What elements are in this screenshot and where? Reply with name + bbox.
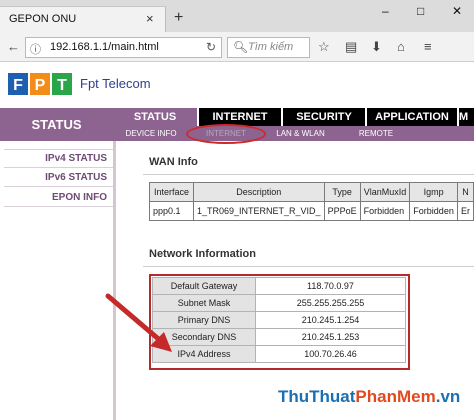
tab-status[interactable]: STATUS	[113, 108, 197, 126]
tab-title: GEPON ONU	[9, 13, 77, 25]
network-info-title: Network Information	[149, 248, 256, 260]
sidebar-item-ipv6-status[interactable]: IPv6 STATUS	[45, 172, 107, 183]
address-bar[interactable]: ⓘ 192.168.1.1/main.html ↻	[25, 37, 222, 58]
sidebar-item-epon-info[interactable]: EPON INFO	[52, 192, 107, 203]
sidebar-divider	[4, 206, 113, 207]
content-border	[113, 141, 116, 420]
wan-col-igmp: Igmp	[409, 182, 458, 202]
wan-col-description: Description	[193, 182, 325, 202]
reload-icon[interactable]: ↻	[206, 40, 216, 54]
wan-cell-interface: ppp0.1	[148, 201, 195, 221]
tab-security[interactable]: SECURITY	[283, 108, 365, 126]
watermark-part-1: ThuThuat	[278, 387, 356, 406]
brand-name: Fpt Telecom	[80, 76, 151, 91]
sidebar-divider	[4, 186, 113, 187]
reader-icon[interactable]: ▤	[345, 39, 357, 55]
close-window-button[interactable]: ✕	[452, 4, 462, 18]
logo-letter-f: F	[13, 77, 23, 94]
sub-nav: DEVICE INFO INTERNET LAN & WLAN REMOTE	[113, 126, 474, 141]
browser-navbar: ← ⓘ 192.168.1.1/main.html ↻ 🔍︎ Tìm kiếm …	[0, 32, 474, 62]
wan-cell-type: PPPoE	[323, 201, 361, 221]
sidebar-divider	[4, 167, 113, 168]
wan-col-vlanmuxid: VlanMuxId	[359, 182, 411, 202]
subtab-device-info[interactable]: DEVICE INFO	[113, 126, 189, 141]
search-icon: 🔍︎	[233, 40, 249, 54]
logo-letter-t: T	[57, 77, 67, 94]
wan-cell-vlanmuxid: Forbidden	[359, 201, 411, 221]
download-icon[interactable]: ⬇	[371, 39, 382, 55]
wan-col-truncated: N	[456, 182, 474, 202]
logo-letter-p: P	[35, 77, 46, 94]
wan-col-type: Type	[323, 182, 361, 202]
subtab-lan-wlan[interactable]: LAN & WLAN	[263, 126, 338, 141]
fpt-logo: F P T	[8, 73, 72, 95]
back-icon[interactable]: ←	[7, 39, 20, 54]
main-nav: STATUS INTERNET SECURITY APPLICATION M	[113, 108, 474, 126]
network-info-divider	[143, 266, 474, 267]
minimize-button[interactable]: –	[382, 4, 389, 18]
page-header: F P T Fpt Telecom	[0, 62, 474, 108]
browser-tab[interactable]: GEPON ONU ×	[0, 6, 166, 32]
wan-table: Interface Description Type VlanMuxId Igm…	[148, 182, 474, 221]
browser-titlebar: GEPON ONU × + – □ ✕	[0, 0, 474, 32]
search-box[interactable]: 🔍︎ Tìm kiếm	[227, 37, 310, 58]
wan-cell-truncated: Er	[456, 201, 474, 221]
sidebar-item-ipv4-status[interactable]: IPv4 STATUS	[45, 153, 107, 164]
red-arrow-icon	[105, 293, 172, 352]
star-icon[interactable]: ☆	[318, 39, 330, 55]
highlight-ellipse	[186, 124, 266, 144]
tab-close-icon[interactable]: ×	[146, 11, 154, 26]
table-row: ppp0.1 1_TR069_INTERNET_R_VID_ PPPoE For…	[148, 201, 474, 221]
maximize-button[interactable]: □	[417, 4, 424, 18]
watermark-part-2: PhanMem	[355, 387, 436, 406]
network-highlight-frame	[149, 274, 410, 370]
wan-cell-igmp: Forbidden	[409, 201, 458, 221]
tab-internet[interactable]: INTERNET	[199, 108, 281, 126]
wan-col-interface: Interface	[148, 182, 195, 202]
tab-more[interactable]: M	[459, 108, 474, 126]
wan-info-title: WAN Info	[149, 156, 198, 168]
info-icon[interactable]: ⓘ	[30, 41, 41, 57]
watermark-part-3: .vn	[435, 387, 461, 406]
wan-cell-description: 1_TR069_INTERNET_R_VID_	[193, 201, 325, 221]
sidebar: IPv4 STATUS IPv6 STATUS EPON INFO	[0, 141, 113, 420]
wan-info-divider	[143, 174, 474, 175]
watermark: ThuThuatPhanMem.vn	[278, 387, 460, 407]
subtab-remote[interactable]: REMOTE	[338, 126, 414, 141]
menu-icon[interactable]: ≡	[424, 39, 432, 54]
status-section-header: STATUS	[0, 108, 113, 141]
search-placeholder[interactable]: Tìm kiếm	[248, 41, 293, 53]
new-tab-button[interactable]: +	[174, 10, 183, 26]
tab-application[interactable]: APPLICATION	[367, 108, 457, 126]
status-section-label: STATUS	[31, 117, 82, 132]
url-text[interactable]: 192.168.1.1/main.html	[50, 41, 159, 53]
sidebar-divider	[4, 149, 113, 150]
wan-table-header: Interface Description Type VlanMuxId Igm…	[148, 182, 474, 202]
home-icon[interactable]: ⌂	[397, 39, 405, 54]
